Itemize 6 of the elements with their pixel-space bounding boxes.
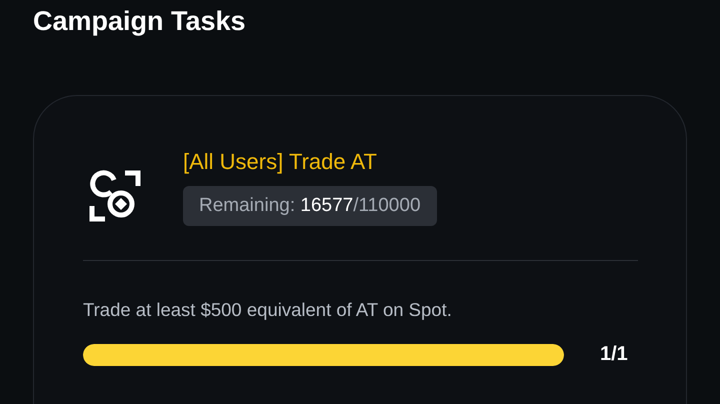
task-description: Trade at least $500 equivalent of AT on Spot. bbox=[83, 298, 453, 322]
progress-count: 1/1 bbox=[600, 343, 628, 366]
remaining-badge: Remaining: 16577/110000 bbox=[183, 186, 437, 226]
section-heading: Campaign Tasks bbox=[33, 5, 247, 38]
scan-coin-icon bbox=[89, 170, 143, 224]
task-title: [All Users] Trade AT bbox=[183, 148, 377, 176]
